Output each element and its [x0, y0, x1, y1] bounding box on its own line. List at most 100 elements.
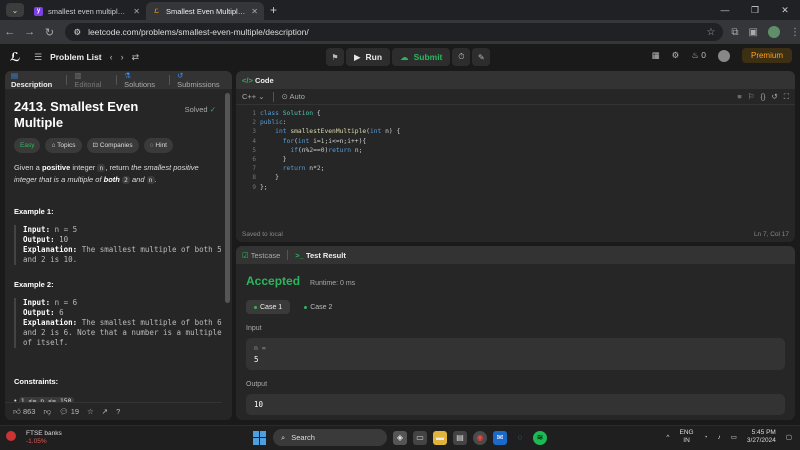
problem-list-link[interactable]: Problem List — [50, 52, 101, 62]
tab-editorial[interactable]: ▥ Editorial — [74, 71, 109, 89]
lightbulb-icon: ◌ — [149, 142, 154, 149]
tab-test-result[interactable]: >_ Test Result — [295, 251, 346, 260]
browser-tab-active[interactable]: ℒ Smallest Even Multiple - LeetCo ✕ — [146, 2, 264, 20]
new-tab-button[interactable]: + — [270, 3, 277, 17]
premium-button[interactable]: Premium — [741, 48, 792, 63]
comments-button[interactable]: 💬︎ 19 — [59, 407, 79, 416]
dislike-button[interactable]: 👎︎ — [43, 407, 51, 417]
browser-tab-strip: ⌄ y smallest even multiple leetcode ✕ ℒ … — [0, 0, 800, 20]
reload-button[interactable]: ↻ — [40, 26, 60, 39]
next-problem-icon[interactable]: › — [121, 52, 124, 62]
comment-count: 19 — [70, 407, 80, 416]
site-info-icon[interactable]: ⚙ — [73, 27, 81, 38]
shuffle-icon[interactable]: ⇄ — [132, 52, 140, 63]
auto-mode-toggle[interactable]: ⊙ Auto — [282, 92, 305, 101]
close-tab-icon[interactable]: ✕ — [133, 7, 140, 16]
back-button[interactable]: ← — [0, 26, 20, 38]
extensions-icon[interactable]: ⧉ — [731, 27, 738, 38]
share-icon[interactable]: ↗ — [102, 407, 108, 416]
timer-icon[interactable]: ⏱ — [452, 48, 471, 66]
companies-chip[interactable]: ⊡ Companies — [86, 138, 139, 153]
app-icon[interactable]: ▤ — [453, 430, 467, 445]
description-icon: ▤ — [11, 71, 19, 80]
notification-icon[interactable]: ▢ — [786, 433, 792, 441]
case-2-tab[interactable]: Case 2 — [296, 300, 340, 314]
settings-icon[interactable]: ⚙ — [672, 50, 680, 61]
bookmark-icon[interactable]: ⚐ — [748, 92, 755, 102]
taskbar-search[interactable]: ⌕ Search — [273, 429, 387, 446]
mail-icon[interactable]: ✉ — [493, 430, 507, 445]
code-tab[interactable]: </> Code — [242, 76, 274, 85]
result-pane: ☑ Testcase >_ Test Result Accepted Runti… — [236, 246, 795, 420]
favorite-star-icon[interactable]: ☆ — [87, 407, 94, 416]
clock[interactable]: 5:45 PM 3/27/2024 — [747, 429, 776, 445]
profile-avatar[interactable] — [768, 26, 780, 38]
address-bar[interactable]: ⚙ leetcode.com/problems/smallest-even-mu… — [65, 23, 724, 41]
topics-chip[interactable]: ⌂ Topics — [45, 138, 82, 153]
fullscreen-icon[interactable]: ⛶ — [784, 92, 789, 102]
close-window-button[interactable]: ✕ — [770, 0, 800, 20]
tab-submissions[interactable]: ↺ Submissions — [177, 71, 226, 89]
forward-button[interactable]: → — [20, 26, 40, 38]
chrome-icon[interactable]: ◉ — [473, 430, 487, 445]
side-panel-icon[interactable]: ▣ — [749, 27, 758, 38]
bookmark-star-icon[interactable]: ☆ — [706, 27, 715, 38]
hint-chip[interactable]: ◌ Hint — [143, 138, 173, 153]
inline-code: 2 — [121, 176, 130, 184]
case-label: Case 2 — [310, 303, 333, 311]
line-numbers: 1 2 3 4 5 6 7 8 9 — [236, 109, 256, 192]
close-tab-icon[interactable]: ✕ — [251, 7, 258, 16]
tab-label: Editorial — [74, 80, 102, 89]
run-button[interactable]: ▶ Run — [346, 48, 391, 66]
format-icon[interactable]: ≡ — [737, 92, 741, 102]
chevron-up-icon[interactable]: ^ — [666, 434, 669, 441]
spotify-icon[interactable]: ≋ — [533, 430, 547, 445]
tab-solutions[interactable]: ⚗ Solutions — [124, 71, 162, 89]
code-editor[interactable]: class Solution { public: int smallestEve… — [260, 109, 400, 192]
braces-icon[interactable]: {} — [760, 92, 765, 102]
tab-label: Description — [11, 80, 53, 89]
description-pane: ▤ Description ▥ Editorial ⚗ Solutions ↺ … — [5, 71, 232, 420]
case-1-tab[interactable]: Case 1 — [246, 300, 291, 314]
problem-description: Given a positive integer n, return the s… — [14, 162, 223, 186]
language-select[interactable]: C++ ⌄ — [242, 92, 265, 101]
edge-icon[interactable]: ◌ — [513, 431, 527, 445]
notes-icon[interactable]: ✎ — [472, 48, 491, 66]
volume-icon[interactable]: ♪ — [718, 434, 721, 441]
leetcode-logo-icon[interactable]: ℒ — [10, 50, 22, 64]
submit-button[interactable]: ☁ Submit — [392, 48, 451, 66]
battery-icon[interactable]: ▭ — [731, 433, 737, 441]
scrollbar[interactable] — [225, 93, 230, 303]
file-explorer-icon[interactable]: ▬ — [433, 430, 447, 445]
stock-widget[interactable]: FTSE banks -1.05% — [26, 430, 62, 446]
reset-icon[interactable]: ↺ — [771, 92, 777, 102]
help-icon[interactable]: ? — [116, 407, 120, 416]
chevron-down-icon: ⌄ — [258, 92, 265, 101]
wifi-icon[interactable]: ◔ — [704, 434, 708, 441]
browser-tab[interactable]: y smallest even multiple leetcode ✕ — [28, 2, 146, 20]
check-circle-icon: ✓ — [209, 105, 216, 114]
task-view-icon[interactable]: ▭ — [413, 430, 427, 445]
like-count: 863 — [22, 406, 36, 416]
widgets-icon[interactable]: ◈ — [393, 430, 407, 445]
tab-search-button[interactable]: ⌄ — [6, 3, 24, 17]
layout-icon[interactable]: ▦ — [652, 50, 660, 61]
maximize-button[interactable]: ❐ — [740, 0, 770, 20]
streak-counter[interactable]: ♨ 0 — [691, 50, 706, 61]
windows-start-icon[interactable] — [253, 430, 267, 445]
prev-problem-icon[interactable]: ‹ — [110, 52, 113, 62]
chrome-menu-icon[interactable]: ⋮ — [790, 27, 800, 38]
lock-icon: ⊡ — [92, 142, 98, 149]
avatar[interactable] — [717, 49, 730, 62]
tab-testcase[interactable]: ☑ Testcase — [242, 251, 280, 260]
flask-icon: ⚗ — [124, 71, 131, 80]
debug-button[interactable]: ⚑ — [326, 48, 344, 66]
tab-description[interactable]: ▤ Description — [11, 71, 59, 89]
minimize-button[interactable]: — — [710, 0, 740, 20]
line-number: 7 — [252, 165, 256, 173]
solved-status: Solved ✓ — [185, 104, 216, 115]
like-button[interactable]: 👍︎ 863 — [13, 407, 35, 417]
result-status: Accepted — [246, 274, 301, 288]
language-indicator[interactable]: ENG IN — [679, 429, 693, 445]
stock-change: -1.05% — [26, 438, 47, 445]
